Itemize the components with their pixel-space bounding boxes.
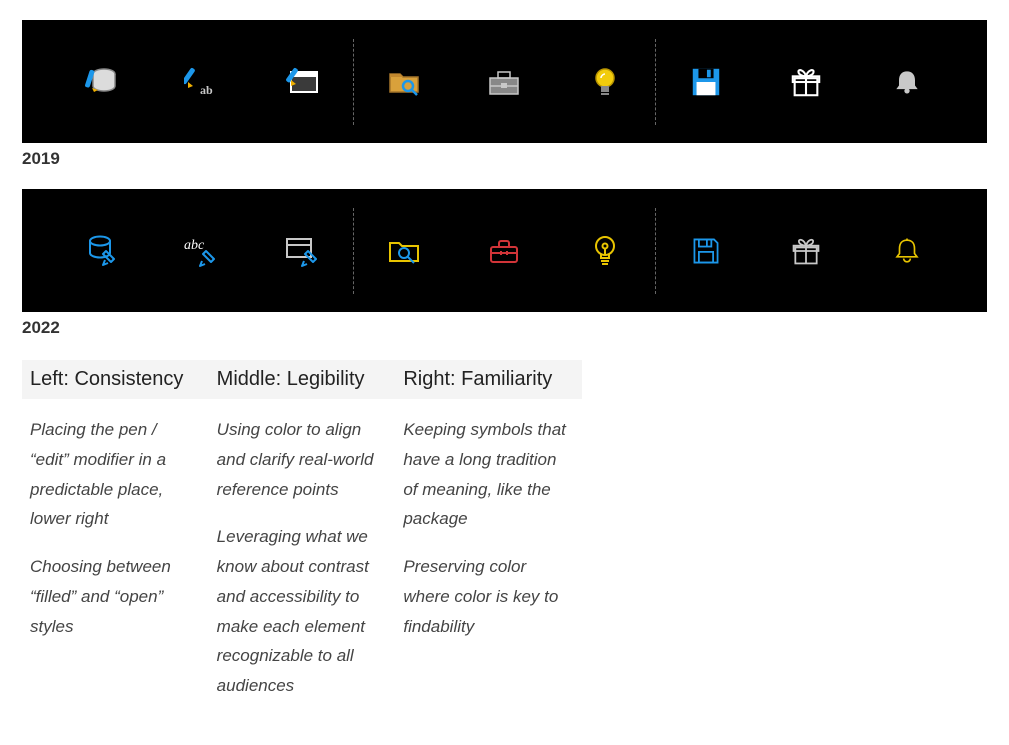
col-right: Keeping symbols that have a long traditi… bbox=[395, 399, 582, 725]
save-icon bbox=[656, 65, 756, 99]
rename-icon: abc bbox=[152, 233, 252, 269]
group-left-2022: abc bbox=[52, 233, 353, 269]
group-right-2019 bbox=[656, 65, 957, 99]
right-p1: Keeping symbols that have a long traditi… bbox=[403, 415, 572, 534]
rename-icon: ab bbox=[152, 64, 252, 100]
icon-bar-2022: abc bbox=[22, 189, 987, 312]
folder-search-icon bbox=[354, 64, 454, 100]
gift-icon bbox=[756, 234, 856, 268]
edit-cylinder-icon bbox=[52, 64, 152, 100]
group-middle-2019 bbox=[354, 64, 655, 100]
principles-table: Left: Consistency Middle: Legibility Rig… bbox=[22, 360, 582, 725]
group-middle-2022 bbox=[354, 233, 655, 269]
header-left: Left: Consistency bbox=[22, 360, 209, 399]
edit-cylinder-icon bbox=[52, 233, 152, 269]
year-label-2022: 2022 bbox=[22, 318, 1009, 338]
col-middle: Using color to align and clarify real-wo… bbox=[209, 399, 396, 725]
group-right-2022 bbox=[656, 234, 957, 268]
folder-search-icon bbox=[354, 233, 454, 269]
svg-text:ab: ab bbox=[200, 83, 213, 97]
principles-header-row: Left: Consistency Middle: Legibility Rig… bbox=[22, 360, 582, 399]
group-left-2019: ab bbox=[52, 64, 353, 100]
edit-window-icon bbox=[253, 233, 353, 269]
edit-window-icon bbox=[253, 64, 353, 100]
toolbox-icon bbox=[454, 64, 554, 100]
bell-icon bbox=[857, 66, 957, 98]
header-right: Right: Familiarity bbox=[395, 360, 582, 399]
gift-icon bbox=[756, 65, 856, 99]
middle-p1: Using color to align and clarify real-wo… bbox=[217, 415, 386, 504]
save-icon bbox=[656, 235, 756, 267]
left-p1: Placing the pen / “edit” modifier in a p… bbox=[30, 415, 199, 534]
svg-text:abc: abc bbox=[184, 238, 205, 253]
right-p2: Preserving color where color is key to f… bbox=[403, 552, 572, 641]
lightbulb-icon bbox=[555, 233, 655, 269]
col-left: Placing the pen / “edit” modifier in a p… bbox=[22, 399, 209, 725]
principles-body: Placing the pen / “edit” modifier in a p… bbox=[22, 399, 582, 725]
year-label-2019: 2019 bbox=[22, 149, 1009, 169]
lightbulb-icon bbox=[555, 64, 655, 100]
left-p2: Choosing between “filled” and “open” sty… bbox=[30, 552, 199, 641]
header-middle: Middle: Legibility bbox=[209, 360, 396, 399]
toolbox-icon bbox=[454, 233, 554, 269]
middle-p2: Leveraging what we know about contrast a… bbox=[217, 522, 386, 701]
bell-icon bbox=[857, 234, 957, 268]
icon-bar-2019: ab bbox=[22, 20, 987, 143]
